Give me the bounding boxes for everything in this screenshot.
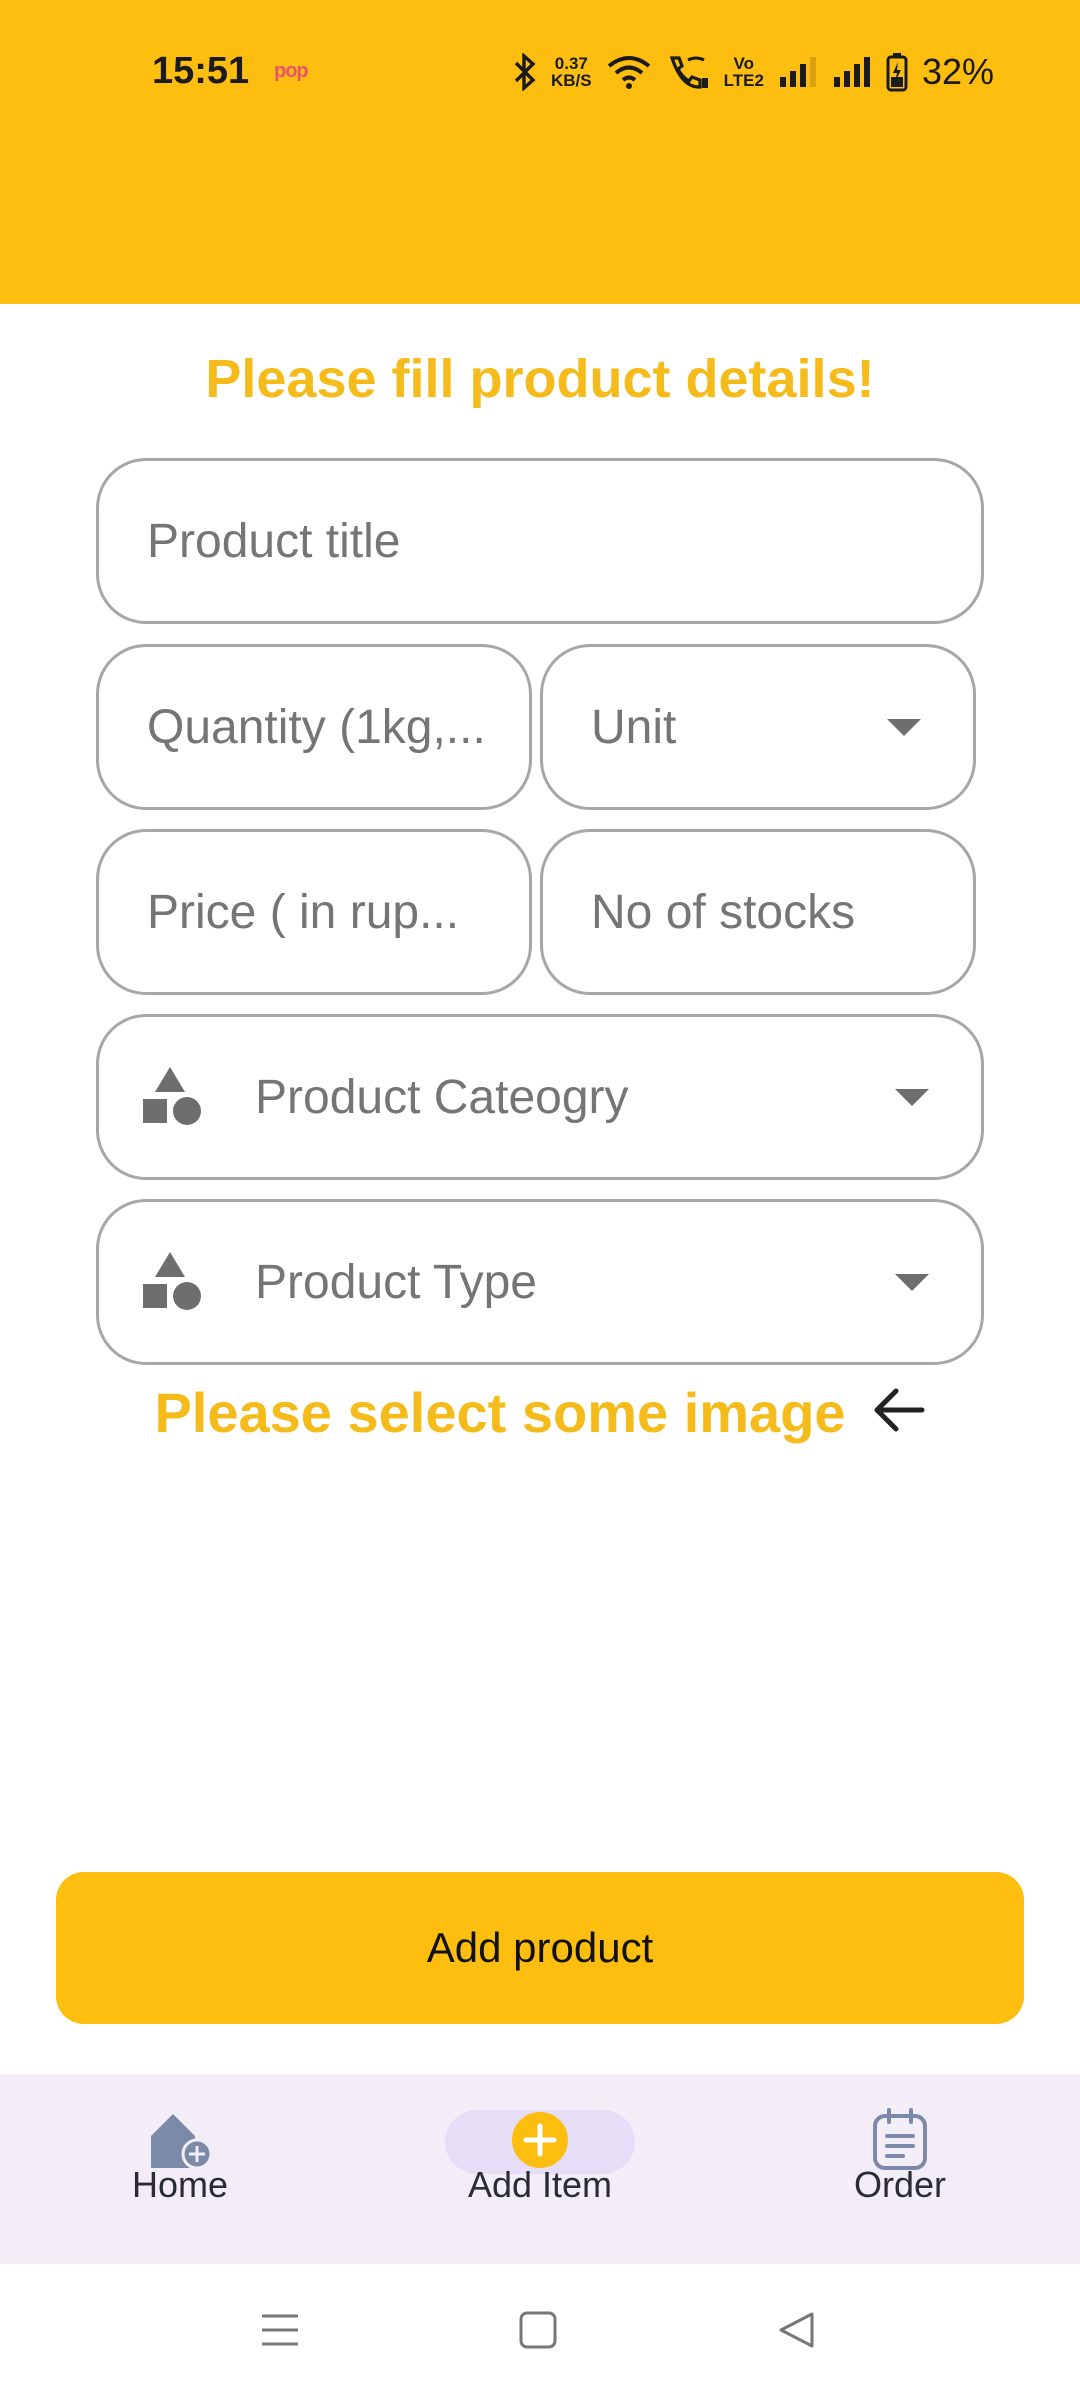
nav-item-add-item[interactable]: Add Item xyxy=(400,2074,680,2264)
app-header: 15:51 pop 0.37 KB/S Vo LTE2 32% xyxy=(0,0,1080,304)
system-navigation-bar xyxy=(0,2264,1080,2400)
arrow-left-icon[interactable] xyxy=(872,1386,926,1439)
stocks-input[interactable]: No of stocks xyxy=(540,829,976,995)
bluetooth-icon xyxy=(513,53,537,91)
chevron-down-icon xyxy=(887,719,921,736)
add-product-button[interactable]: Add product xyxy=(56,1872,1024,2024)
chevron-down-icon xyxy=(895,1089,929,1106)
nav-label-add-item: Add Item xyxy=(467,2164,613,2205)
nav-item-order[interactable]: Order xyxy=(760,2074,1040,2264)
network-speed: 0.37 KB/S xyxy=(551,55,592,89)
volte-label-top: Vo xyxy=(733,54,755,73)
nav-item-home[interactable]: Home xyxy=(40,2074,320,2264)
network-speed-value: 0.37 xyxy=(554,54,588,73)
unit-dropdown[interactable]: Unit xyxy=(540,644,976,810)
home-square-icon[interactable] xyxy=(518,2310,558,2355)
add-product-label: Add product xyxy=(426,1924,654,1971)
quantity-placeholder: Quantity (1kg,... xyxy=(147,700,486,754)
price-placeholder: Price ( in rup... xyxy=(147,885,460,939)
type-shapes-icon xyxy=(141,1250,203,1317)
type-placeholder: Product Type xyxy=(255,1255,537,1309)
product-type-dropdown[interactable]: Product Type xyxy=(96,1199,984,1365)
wifi-icon xyxy=(606,54,652,90)
volte-indicator: Vo LTE2 xyxy=(724,55,764,89)
price-input[interactable]: Price ( in rup... xyxy=(96,829,532,995)
carrier-badge: pop xyxy=(274,60,309,82)
battery-icon xyxy=(886,52,908,92)
category-placeholder: Product Cateogry xyxy=(255,1070,629,1124)
stocks-placeholder: No of stocks xyxy=(591,885,856,939)
back-triangle-icon[interactable] xyxy=(776,2310,816,2355)
product-title-placeholder: Product title xyxy=(147,514,401,568)
form-title: Please fill product details! xyxy=(205,349,875,409)
wifi-calling-icon xyxy=(666,54,710,90)
nav-label-home: Home xyxy=(131,2164,229,2205)
chevron-down-icon xyxy=(895,1274,929,1291)
menu-icon[interactable] xyxy=(260,2310,300,2355)
status-time: 15:51 xyxy=(152,50,250,92)
image-select-prompt[interactable]: Please select some image xyxy=(0,1380,1080,1445)
product-category-dropdown[interactable]: Product Cateogry xyxy=(96,1014,984,1180)
status-bar: 15:51 pop 0.37 KB/S Vo LTE2 32% xyxy=(0,0,1080,150)
signal-sim2-icon xyxy=(832,55,872,89)
network-speed-unit: KB/S xyxy=(551,71,592,90)
product-title-input[interactable]: Product title xyxy=(96,458,984,624)
category-shapes-icon xyxy=(141,1065,203,1132)
bottom-navigation: Home Add Item Order xyxy=(0,2074,1080,2264)
quantity-input[interactable]: Quantity (1kg,... xyxy=(96,644,532,810)
image-prompt-text: Please select some image xyxy=(154,1381,846,1444)
signal-sim1-icon xyxy=(778,55,818,89)
volte-label-bottom: LTE2 xyxy=(723,71,764,90)
battery-percent: 32% xyxy=(921,51,994,92)
unit-placeholder: Unit xyxy=(591,700,677,754)
status-icons: 0.37 KB/S Vo LTE2 32% xyxy=(513,48,994,96)
nav-label-order: Order xyxy=(853,2164,947,2205)
